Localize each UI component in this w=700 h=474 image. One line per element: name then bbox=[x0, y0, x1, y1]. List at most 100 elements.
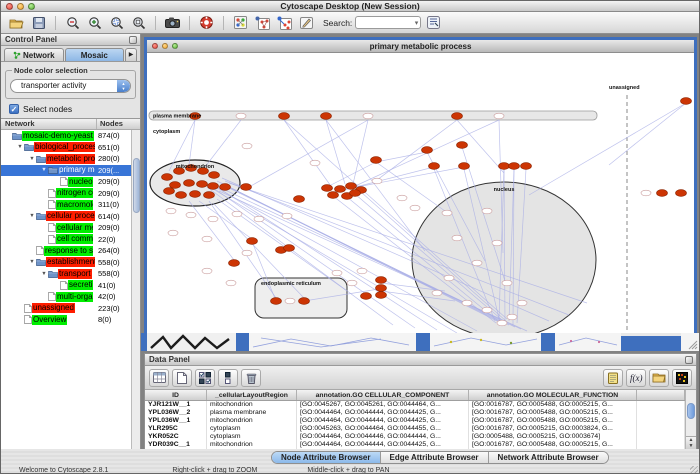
select-attributes-button[interactable] bbox=[149, 369, 169, 387]
attribute-table-header[interactable]: ID_cellularLayoutRegionannotation.GO CEL… bbox=[145, 390, 696, 401]
import-attributes-button[interactable] bbox=[649, 369, 669, 387]
minimize-view-button[interactable] bbox=[162, 43, 168, 49]
table-scrollbar-buttons[interactable]: ▲▼ bbox=[686, 436, 696, 449]
file-icon bbox=[48, 189, 56, 198]
tree-row-mosaic-demo-yeast[interactable]: mosaic-demo-yeast874(0) bbox=[1, 130, 140, 142]
main-toolbar: Search: ▾ bbox=[1, 12, 699, 34]
annotation-button[interactable] bbox=[297, 14, 316, 32]
tree-expand-icon[interactable]: ▼ bbox=[28, 213, 36, 219]
tree-row-secretion[interactable]: secretion41(0) bbox=[1, 280, 140, 292]
table-row[interactable]: YDR039C__1mitochondrion[GO:0044464, GO:0… bbox=[145, 441, 696, 449]
open-session-button[interactable] bbox=[7, 14, 26, 32]
tree-row-biological-process[interactable]: ▼biological_process651(0) bbox=[1, 142, 140, 154]
layout-button-1[interactable] bbox=[253, 14, 272, 32]
snapshot-button[interactable] bbox=[163, 14, 182, 32]
table-row[interactable]: YPL036W__2plasma membrane[GO:0044464, GO… bbox=[145, 409, 696, 417]
search-dropdown-arrow-icon[interactable]: ▾ bbox=[415, 19, 419, 27]
tree-scrollbar[interactable] bbox=[131, 130, 140, 449]
node-highlighted bbox=[299, 298, 310, 305]
window-titlebar[interactable]: Cytoscape Desktop (New Session) bbox=[1, 1, 699, 12]
tree-scrollbar-thumb[interactable] bbox=[133, 158, 140, 213]
tab-edge-attribute-browser[interactable]: Edge Attribute Browser bbox=[381, 452, 489, 463]
table-row[interactable]: YLR295Ccytoplasm[GO:0045263, GO:0044464,… bbox=[145, 425, 696, 433]
unselect-attributes-button[interactable] bbox=[218, 369, 238, 387]
column-header-annotation.GO MOLECULAR_FUNCTION[interactable]: annotation.GO MOLECULAR_FUNCTION bbox=[469, 390, 637, 400]
tree-row-cellular-metabo[interactable]: cellular metabo209(0) bbox=[1, 222, 140, 234]
tree-row-metabolic-process[interactable]: ▼metabolic process280(0) bbox=[1, 153, 140, 165]
tree-expand-icon[interactable]: ▼ bbox=[40, 167, 48, 173]
close-window-button[interactable] bbox=[6, 3, 13, 10]
network-view-window[interactable]: primary metabolic process plasma membran… bbox=[144, 37, 697, 333]
network-view-titlebar[interactable]: primary metabolic process bbox=[147, 40, 694, 53]
tree-expand-icon[interactable]: ▼ bbox=[28, 156, 36, 162]
table-row[interactable]: YJR121W__1mitochondrion[GO:0045267, GO:0… bbox=[145, 401, 696, 409]
matrix-view-button[interactable] bbox=[672, 369, 692, 387]
toolbar-separator bbox=[55, 16, 56, 30]
label-nucleus: nucleus bbox=[494, 187, 515, 193]
tree-row-multi-organism-pro[interactable]: multi-organism pro42(0) bbox=[1, 291, 140, 303]
table-scrollbar[interactable]: ▲▼ bbox=[685, 390, 696, 449]
delete-attribute-button[interactable] bbox=[241, 369, 261, 387]
tree-row-cellular-process[interactable]: ▼cellular process614(0) bbox=[1, 211, 140, 223]
float-data-panel-icon[interactable] bbox=[685, 356, 693, 364]
tree-row-transport[interactable]: ▼transport558(0) bbox=[1, 268, 140, 280]
help-button[interactable] bbox=[197, 14, 216, 32]
tree-row-nucleobase-[interactable]: nucleobase-209(0) bbox=[1, 176, 140, 188]
tab-network[interactable]: Network bbox=[4, 48, 64, 61]
toolbar-separator bbox=[189, 16, 190, 30]
tree-row-macromolecule[interactable]: macromolecule311(0) bbox=[1, 199, 140, 211]
zoom-out-button[interactable] bbox=[63, 14, 82, 32]
function-builder-button[interactable]: f(x) bbox=[626, 369, 646, 387]
tree-row-node-count: 22(0) bbox=[98, 235, 116, 244]
minimize-window-button[interactable] bbox=[17, 3, 24, 10]
tab-mosaic[interactable]: Mosaic bbox=[65, 48, 125, 61]
table-row[interactable]: YKR052Ccytoplasm[GO:0044464, GO:0044446,… bbox=[145, 433, 696, 441]
tree-row-cell-communicat[interactable]: cell communicat22(0) bbox=[1, 234, 140, 246]
float-panel-icon[interactable] bbox=[129, 36, 137, 44]
tree-row-nitrogen-compo[interactable]: nitrogen compo209(0) bbox=[1, 188, 140, 200]
table-row[interactable]: YPL036W__1mitochondrion[GO:0044464, GO:0… bbox=[145, 417, 696, 425]
table-cell: [GO:0016787, GO:0005488, GO:0005215, G..… bbox=[469, 401, 637, 409]
tree-row-label: nitrogen compo bbox=[56, 188, 93, 198]
table-cell: cytoplasm bbox=[207, 433, 297, 441]
tree-row-response-to-stimulu[interactable]: response to stimulu264(0) bbox=[1, 245, 140, 257]
network-canvas[interactable]: plasma membranecytoplasmmitochondrionnuc… bbox=[147, 53, 694, 333]
tree-row-overview[interactable]: Overview8(0) bbox=[1, 314, 140, 326]
node-highlighted bbox=[220, 184, 231, 191]
select-all-attributes-button[interactable] bbox=[195, 369, 215, 387]
tree-row-primary-metabo[interactable]: ▼primary metabo209(... bbox=[1, 165, 140, 177]
table-cell: [GO:0016787, GO:0005488, GO:0005215, G..… bbox=[469, 417, 637, 425]
advanced-search-button[interactable] bbox=[424, 14, 443, 32]
vizmapper-button[interactable] bbox=[231, 14, 250, 32]
tree-expand-icon[interactable]: ▼ bbox=[40, 271, 48, 277]
attribute-table: ID_cellularLayoutRegionannotation.GO CEL… bbox=[145, 390, 696, 449]
close-view-button[interactable] bbox=[152, 43, 158, 49]
zoom-fit-button[interactable] bbox=[129, 14, 148, 32]
tree-row-unassigned[interactable]: unassigned223(0) bbox=[1, 303, 140, 315]
tab-node-attribute-browser[interactable]: Node Attribute Browser bbox=[272, 452, 381, 463]
tree-expand-icon[interactable]: ▼ bbox=[16, 144, 24, 150]
column-header-_cellularLayoutRegion[interactable]: _cellularLayoutRegion bbox=[207, 390, 297, 400]
zoom-selected-button[interactable] bbox=[107, 14, 126, 32]
column-header-annotation.GO CELLULAR_COMPONENT[interactable]: annotation.GO CELLULAR_COMPONENT bbox=[297, 390, 469, 400]
save-session-button[interactable] bbox=[29, 14, 48, 32]
zoom-window-button[interactable] bbox=[28, 3, 35, 10]
data-panel-titlebar: Data Panel bbox=[145, 354, 696, 366]
tab-network-attribute-browser[interactable]: Network Attribute Browser bbox=[489, 452, 608, 463]
select-nodes-checkbox[interactable]: ✓ Select nodes bbox=[1, 101, 140, 118]
resize-grip[interactable] bbox=[690, 466, 698, 474]
notes-button[interactable] bbox=[603, 369, 623, 387]
zoom-view-button[interactable] bbox=[172, 43, 178, 49]
table-cell bbox=[637, 441, 685, 449]
tree-row-establishment-of-lo[interactable]: ▼establishment of lo558(0) bbox=[1, 257, 140, 269]
create-attribute-button[interactable] bbox=[172, 369, 192, 387]
tabs-overflow-button[interactable]: ▶ bbox=[125, 48, 137, 61]
attribute-table-icon bbox=[153, 372, 166, 383]
table-scrollbar-thumb[interactable] bbox=[687, 403, 695, 419]
layout-button-2[interactable] bbox=[275, 14, 294, 32]
node-color-dropdown[interactable]: transporter activity ▲▼ bbox=[10, 79, 131, 93]
zoom-in-button[interactable] bbox=[85, 14, 104, 32]
tree-expand-icon[interactable]: ▼ bbox=[28, 259, 36, 265]
column-header-ID[interactable]: ID bbox=[145, 390, 207, 400]
search-input[interactable]: ▾ bbox=[355, 16, 421, 29]
